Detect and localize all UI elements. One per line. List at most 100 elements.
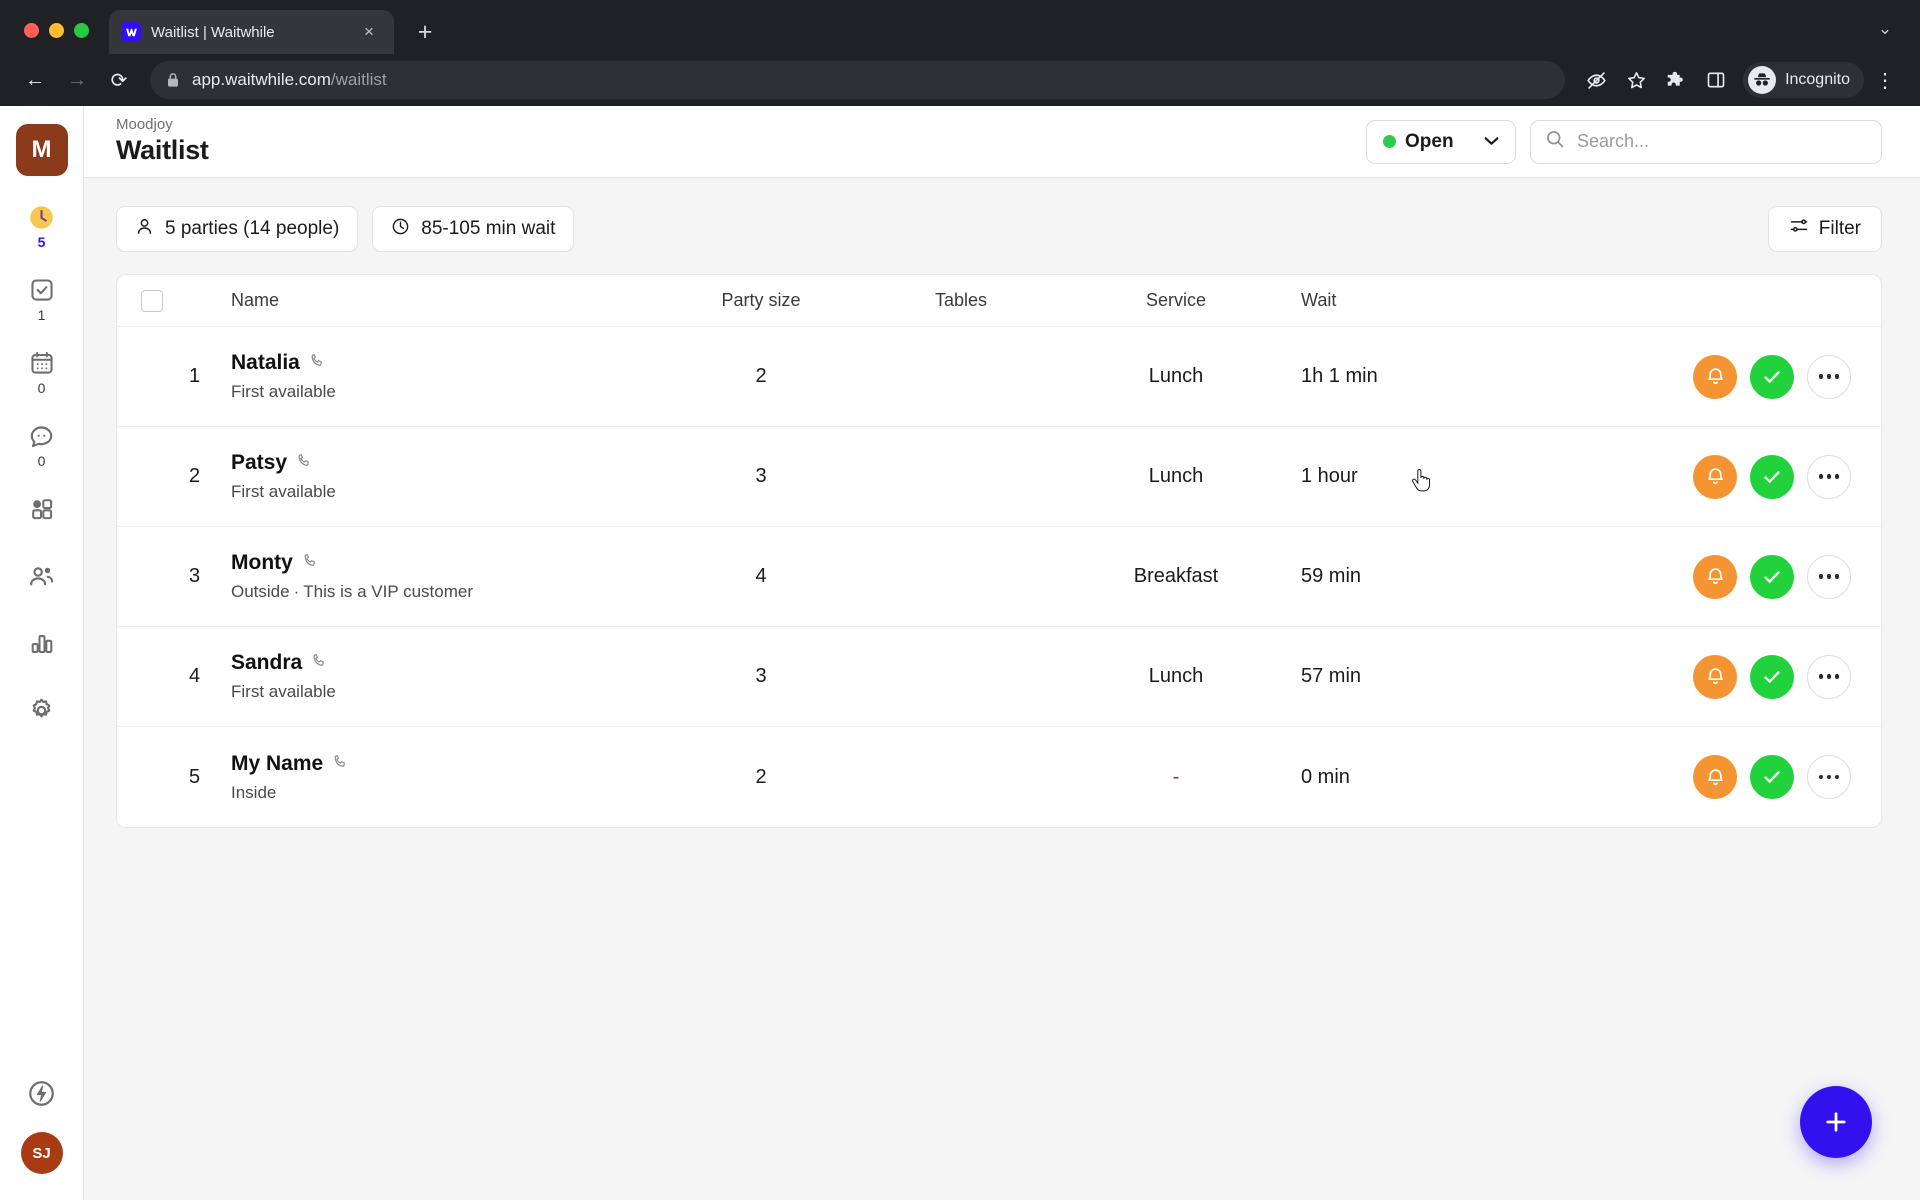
guest-name: Patsy — [231, 451, 288, 475]
search-input[interactable] — [1577, 131, 1867, 152]
filter-button[interactable]: Filter — [1767, 206, 1882, 252]
row-select-cell[interactable] — [141, 466, 189, 488]
browser-menu-button[interactable]: ⋮ — [1866, 61, 1904, 99]
check-icon — [1764, 470, 1780, 483]
phone-icon[interactable] — [296, 450, 313, 475]
row-more-button[interactable] — [1807, 454, 1851, 499]
close-window-button[interactable] — [24, 23, 39, 38]
star-icon[interactable] — [1617, 61, 1655, 99]
sidebar-item-waitlist[interactable]: 5 — [10, 202, 74, 249]
row-actions — [1491, 354, 1851, 399]
lightning-bolt-icon[interactable] — [27, 1078, 57, 1108]
forward-button[interactable]: → — [58, 61, 96, 99]
search-box[interactable] — [1530, 119, 1882, 164]
more-dots-icon — [1818, 474, 1840, 479]
notify-button[interactable] — [1693, 654, 1737, 699]
phone-icon[interactable] — [302, 550, 319, 575]
tab-search-chevron-down-icon[interactable]: ⌄ — [1870, 14, 1900, 44]
close-tab-button[interactable]: × — [356, 19, 382, 45]
row-more-button[interactable] — [1807, 354, 1851, 399]
extensions-puzzle-icon[interactable] — [1657, 61, 1695, 99]
app-sidebar: M 5 1 0 0 SJ — [0, 106, 84, 1200]
serve-button[interactable] — [1750, 354, 1794, 399]
notify-button[interactable] — [1693, 755, 1737, 799]
sidebar-item-settings[interactable] — [10, 695, 74, 728]
select-all-cell[interactable] — [141, 289, 189, 312]
parties-summary-chip[interactable]: 5 parties (14 people) — [116, 206, 359, 252]
row-select-cell[interactable] — [141, 366, 189, 388]
phone-icon[interactable] — [332, 751, 349, 776]
notify-button[interactable] — [1693, 454, 1737, 499]
calendar-icon — [27, 348, 57, 378]
window-traffic-lights[interactable] — [14, 23, 99, 54]
guest-note: First available — [231, 482, 336, 502]
row-wait: 1 hour — [1301, 465, 1358, 487]
minimize-window-button[interactable] — [49, 23, 64, 38]
profile-incognito-button[interactable]: Incognito — [1743, 62, 1864, 98]
guest-name: Monty — [231, 551, 293, 575]
table-row[interactable]: 4 Sandra First available 3 Lunch 57 min — [117, 627, 1881, 727]
sidebar-brand-logo[interactable]: M — [15, 124, 68, 176]
notify-button[interactable] — [1693, 354, 1737, 399]
row-more-button[interactable] — [1807, 554, 1851, 599]
row-name-cell: Patsy First available — [231, 450, 661, 503]
notify-button[interactable] — [1693, 554, 1737, 599]
back-button[interactable]: ← — [16, 61, 54, 99]
browser-tabstrip: Waitlist | Waitwhile × + ⌄ — [0, 0, 1920, 54]
wait-summary-chip[interactable]: 85-105 min wait — [372, 206, 575, 252]
serve-button[interactable] — [1750, 654, 1794, 699]
serve-button[interactable] — [1750, 454, 1794, 499]
phone-icon[interactable] — [311, 650, 328, 675]
more-dots-icon — [1818, 374, 1840, 379]
check-icon — [1764, 370, 1780, 383]
parties-summary-label: 5 parties (14 people) — [165, 218, 340, 239]
side-panel-icon[interactable] — [1697, 61, 1735, 99]
row-more-button[interactable] — [1807, 654, 1851, 699]
status-dropdown[interactable]: Open — [1366, 119, 1516, 164]
table-row[interactable]: 2 Patsy First available 3 Lunch 1 hour — [117, 427, 1881, 527]
check-icon — [1764, 771, 1780, 783]
user-avatar[interactable]: SJ — [20, 1132, 63, 1174]
table-row[interactable]: 1 Natalia First available 2 Lunch 1h 1 m… — [117, 327, 1881, 427]
row-more-button[interactable] — [1807, 755, 1851, 799]
sidebar-item-bookings[interactable]: 0 — [10, 348, 74, 395]
bar-chart-icon — [27, 628, 57, 658]
address-bar[interactable]: app.waitwhile.com/waitlist — [150, 61, 1566, 99]
toolbar-icons: Incognito ⋮ — [1577, 61, 1904, 99]
select-all-checkbox[interactable] — [141, 289, 163, 312]
guest-name-line: Natalia — [231, 350, 661, 375]
serve-button[interactable] — [1750, 755, 1794, 799]
row-select-cell[interactable] — [141, 766, 189, 788]
row-party-size: 3 — [755, 465, 767, 487]
sidebar-item-apps[interactable] — [10, 494, 74, 527]
bell-icon — [1707, 568, 1723, 585]
browser-tab-title: Waitlist | Waitwhile — [151, 23, 275, 41]
serve-button[interactable] — [1750, 554, 1794, 599]
row-select-cell[interactable] — [141, 566, 189, 588]
maximize-window-button[interactable] — [74, 23, 89, 38]
filter-sliders-icon — [1789, 216, 1809, 242]
table-row[interactable]: 5 My Name Inside 2 - 0 min — [117, 727, 1881, 827]
reload-button[interactable]: ⟳ — [100, 61, 138, 99]
sidebar-item-customers[interactable] — [10, 561, 74, 594]
add-guest-fab[interactable] — [1800, 1086, 1872, 1158]
header-titles: Moodjoy Waitlist — [116, 116, 209, 166]
sidebar-item-analytics[interactable] — [10, 628, 74, 661]
phone-icon[interactable] — [309, 350, 326, 375]
guest-name: Sandra — [231, 651, 303, 675]
row-position: 4 — [189, 665, 201, 687]
check-icon — [1764, 570, 1780, 583]
new-tab-button[interactable]: + — [408, 15, 442, 49]
row-select-cell[interactable] — [141, 666, 189, 688]
sidebar-item-messages[interactable]: 0 — [10, 421, 74, 468]
check-square-icon — [27, 275, 57, 305]
table-row[interactable]: 3 Monty Outside · This is a VIP customer 4… — [117, 527, 1881, 627]
guest-subtitle: Outside · This is a VIP customer — [231, 582, 661, 602]
eye-off-icon[interactable] — [1577, 61, 1615, 99]
row-actions — [1491, 654, 1851, 699]
row-wait: 57 min — [1301, 665, 1362, 687]
search-icon — [1545, 129, 1565, 154]
sidebar-item-checked-in[interactable]: 1 — [10, 275, 74, 322]
more-dots-icon — [1818, 774, 1840, 780]
browser-tab[interactable]: Waitlist | Waitwhile × — [109, 10, 394, 54]
